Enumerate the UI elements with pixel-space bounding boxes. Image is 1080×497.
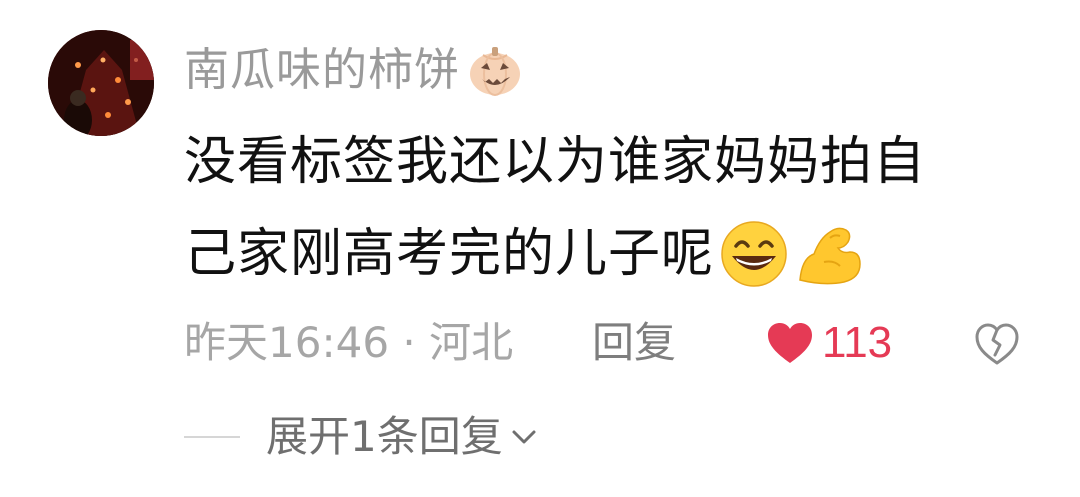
expand-replies-label: 展开1条回复: [266, 412, 503, 461]
flexed-biceps-icon: [799, 227, 861, 285]
like-button[interactable]: 113: [766, 310, 892, 376]
comment-line-2-text: 己家刚高考完的儿子呢: [184, 224, 715, 284]
heart-icon: [768, 323, 812, 363]
comment-item: 南瓜味的柿饼 没看标签我还以为谁家妈妈拍自 己家刚高考完的儿子呢 昨天16:46…: [0, 0, 1080, 497]
username[interactable]: 南瓜味的柿饼: [184, 38, 460, 102]
broken-heart-icon[interactable]: [974, 322, 1020, 366]
comment-line-2: 己家刚高考完的儿子呢: [184, 208, 1044, 300]
expand-replies-row: 展开1条回复: [184, 404, 539, 470]
comment-line-1: 没看标签我还以为谁家妈妈拍自: [184, 132, 927, 192]
timestamp-location: 昨天16:46 · 河北: [184, 318, 514, 367]
chevron-down-icon: [512, 430, 536, 444]
username-row: 南瓜味的柿饼: [184, 38, 524, 102]
grinning-face-icon: [721, 221, 787, 287]
pumpkin-icon: [470, 47, 521, 96]
divider: [184, 436, 240, 438]
avatar[interactable]: [48, 30, 154, 136]
like-count: 113: [822, 318, 893, 367]
reply-button[interactable]: 回复: [592, 310, 676, 376]
comment-meta-row: 昨天16:46 · 河北 回复 113: [184, 310, 1044, 376]
expand-replies-button[interactable]: 展开1条回复: [266, 404, 539, 470]
comment-body: 没看标签我还以为谁家妈妈拍自 己家刚高考完的儿子呢: [184, 116, 1044, 300]
